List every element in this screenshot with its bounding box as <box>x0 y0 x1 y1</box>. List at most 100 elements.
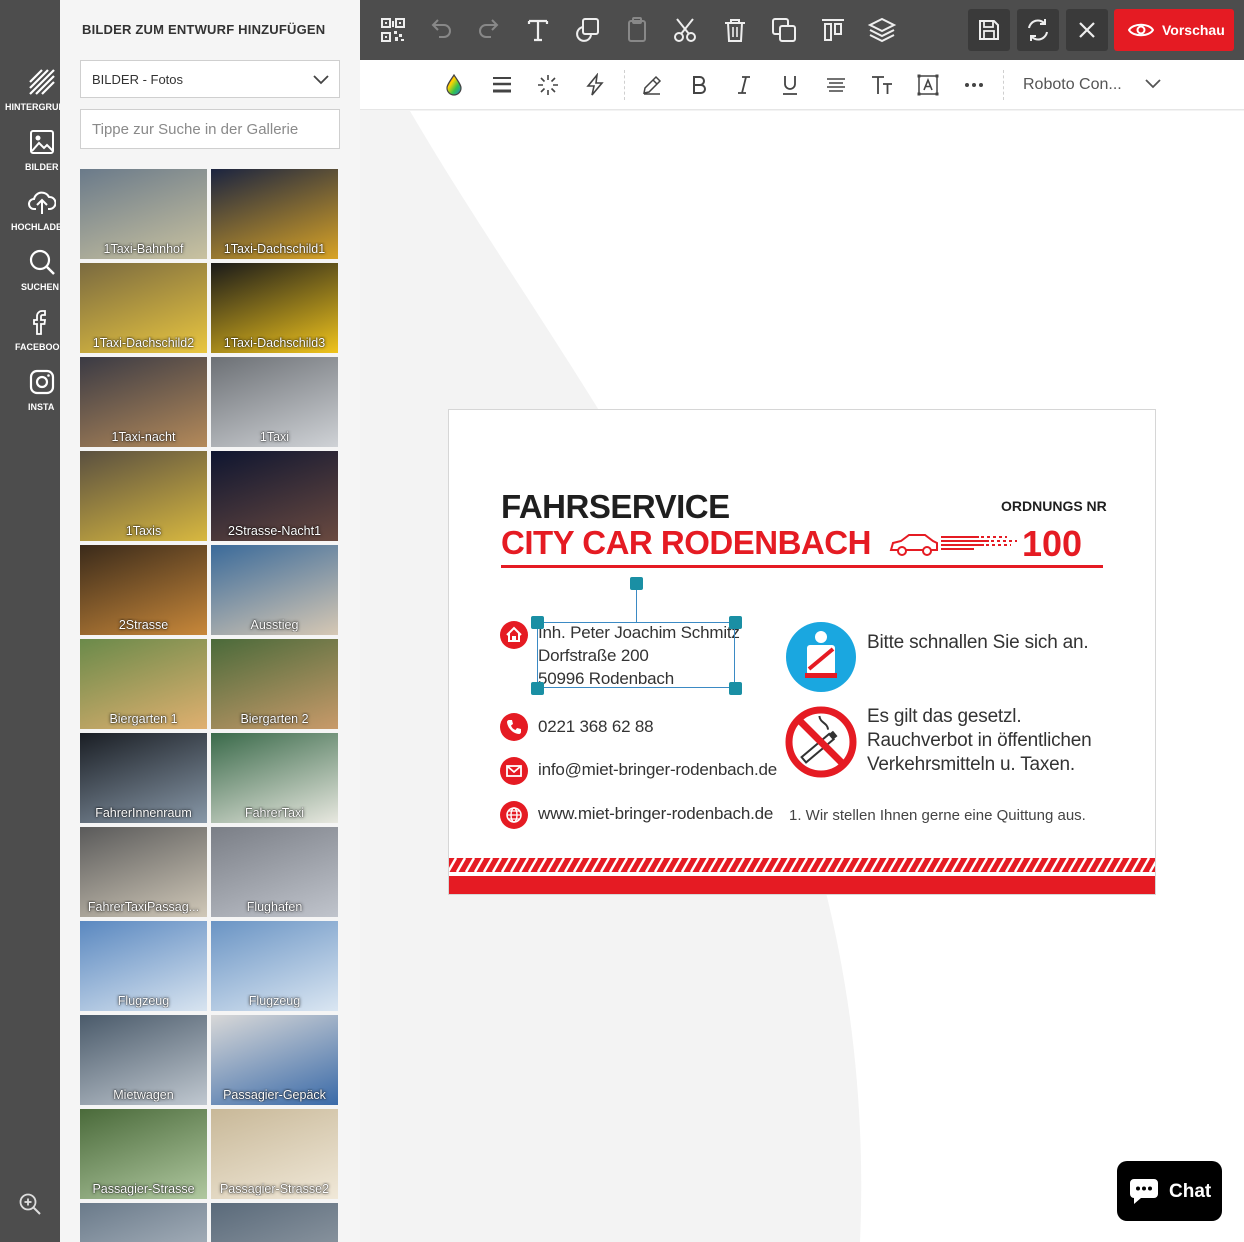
text-size-icon[interactable] <box>870 73 894 97</box>
gallery-thumbnail[interactable]: Passagier-Strasse <box>80 1109 207 1199</box>
rotate-handle[interactable] <box>630 577 643 590</box>
thumbnail-caption: Passagier-Strasse2 <box>219 1182 330 1196</box>
gallery-panel: BILDER ZUM ENTWURF HINZUFÜGEN BILDER - F… <box>60 0 410 1242</box>
gallery-thumbnail[interactable]: Passagier-Gepäck <box>211 1015 338 1105</box>
bold-icon[interactable] <box>687 73 711 97</box>
delete-icon[interactable] <box>720 15 750 45</box>
divider-line <box>501 565 1103 568</box>
email-icon <box>500 757 528 785</box>
smoking-note-line: Verkehrsmitteln u. Taxen. <box>867 754 1075 775</box>
top-toolbar: Vorschau <box>360 0 1244 60</box>
facebook-icon <box>33 310 47 335</box>
card-company-name[interactable]: CITY CAR RODENBACH <box>501 524 871 562</box>
qr-code-icon[interactable] <box>378 15 408 45</box>
globe-icon <box>500 801 528 829</box>
gallery-thumbnail[interactable]: FahrerTaxi <box>211 733 338 823</box>
resize-handle-top-left[interactable] <box>531 616 544 629</box>
thumbnail-caption: 1Taxi-nacht <box>111 430 176 444</box>
resize-handle-bottom-left[interactable] <box>531 682 544 695</box>
gallery-thumbnail[interactable]: 1Taxi-Bahnhof <box>80 169 207 259</box>
underline-icon[interactable] <box>778 73 802 97</box>
thumbnail-caption: FahrerTaxi <box>244 806 305 820</box>
duplicate-icon[interactable] <box>769 15 799 45</box>
color-drop-icon[interactable] <box>442 73 466 97</box>
lightning-icon[interactable] <box>583 73 607 97</box>
gallery-thumbnail[interactable]: 1Taxi-nacht <box>80 357 207 447</box>
gallery-thumbnail[interactable]: Biergarten 2 <box>211 639 338 729</box>
align-top-icon[interactable] <box>818 15 848 45</box>
toolbar-separator <box>624 70 625 100</box>
smoking-note[interactable]: Es gilt das gesetzl. Rauchverbot in öffe… <box>867 705 1092 777</box>
text-box-icon[interactable] <box>916 73 940 97</box>
order-number[interactable]: 100 <box>1022 523 1082 565</box>
receipt-footnote[interactable]: 1. Wir stellen Ihnen gerne eine Quittung… <box>789 807 1086 824</box>
thumbnail-caption: 1Taxi <box>259 430 290 444</box>
paste-icon[interactable] <box>622 15 652 45</box>
close-button[interactable] <box>1066 9 1108 51</box>
font-family-select[interactable]: Roboto Con... <box>1023 76 1122 94</box>
rail-label: HINTERGRUND <box>5 102 60 112</box>
chevron-down-icon <box>313 75 329 85</box>
gallery-thumbnail[interactable]: 1Taxi-Dachschild1 <box>211 169 338 259</box>
order-number-label[interactable]: ORDNUNGS NR <box>1001 498 1107 514</box>
resize-handle-bottom-right[interactable] <box>729 682 742 695</box>
gallery-thumbnail[interactable]: 2Strasse <box>80 545 207 635</box>
italic-icon[interactable] <box>732 73 756 97</box>
smoking-note-line: Es gilt das gesetzl. <box>867 706 1022 727</box>
speeding-car-icon <box>889 534 1017 556</box>
gallery-thumbnail[interactable]: 1Taxis <box>80 451 207 541</box>
phone-number[interactable]: 0221 368 62 88 <box>538 717 654 737</box>
gallery-thumbnail[interactable] <box>211 1203 338 1242</box>
decorative-stripe <box>449 856 1155 894</box>
preview-label: Vorschau <box>1162 22 1225 38</box>
line-weight-icon[interactable] <box>490 73 514 97</box>
gallery-search-input[interactable] <box>80 109 340 149</box>
email-address[interactable]: info@miet-bringer-rodenbach.de <box>538 760 777 780</box>
more-options-icon[interactable] <box>962 73 986 97</box>
refresh-button[interactable] <box>1017 9 1059 51</box>
seatbelt-note[interactable]: Bitte schnallen Sie sich an. <box>867 631 1089 655</box>
gallery-thumbnail[interactable]: 2Strasse-Nacht1 <box>211 451 338 541</box>
layers-icon[interactable] <box>867 15 897 45</box>
rail-label: INSTA <box>28 402 55 412</box>
card-heading[interactable]: FAHRSERVICE <box>501 488 730 526</box>
align-text-icon[interactable] <box>824 73 848 97</box>
smoking-note-line: Rauchverbot in öffentlichen <box>867 730 1092 751</box>
gallery-thumbnail[interactable]: FahrerTaxiPassag... <box>80 827 207 917</box>
gallery-thumbnail[interactable]: Ausstieg <box>211 545 338 635</box>
gallery-thumbnail[interactable]: Mietwagen <box>80 1015 207 1105</box>
gallery-thumbnail[interactable]: 1Taxi-Dachschild2 <box>80 263 207 353</box>
category-select[interactable]: BILDER - Fotos <box>80 60 340 98</box>
upload-icon <box>28 191 56 214</box>
chevron-down-icon[interactable] <box>1144 77 1162 91</box>
preview-button[interactable]: Vorschau <box>1114 9 1234 51</box>
cut-icon[interactable] <box>670 15 700 45</box>
gallery-thumbnail[interactable]: FahrerInnenraum <box>80 733 207 823</box>
shape-icon[interactable] <box>573 15 603 45</box>
save-button[interactable] <box>968 9 1010 51</box>
thumbnail-caption: 2Strasse-Nacht1 <box>227 524 322 538</box>
redo-icon[interactable] <box>474 15 504 45</box>
gallery-thumbnail[interactable]: Passagier-Strasse2 <box>211 1109 338 1199</box>
gallery-thumbnail[interactable]: Biergarten 1 <box>80 639 207 729</box>
gallery-thumbnail[interactable]: 1Taxi-Dachschild3 <box>211 263 338 353</box>
undo-icon[interactable] <box>426 15 456 45</box>
effects-icon[interactable] <box>536 73 560 97</box>
design-canvas[interactable]: FAHRSERVICE CITY CAR RODENBACH ORDNUNGS … <box>360 111 1244 1242</box>
resize-handle-top-right[interactable] <box>729 616 742 629</box>
chat-button[interactable]: Chat <box>1117 1161 1222 1221</box>
business-card[interactable]: FAHRSERVICE CITY CAR RODENBACH ORDNUNGS … <box>448 409 1156 895</box>
gallery-thumbnail[interactable]: Flugzeug <box>211 921 338 1011</box>
chat-label: Chat <box>1169 1181 1212 1202</box>
zoom-in-icon[interactable] <box>18 1192 42 1216</box>
text-icon[interactable] <box>523 15 553 45</box>
instagram-icon <box>29 369 55 395</box>
pen-icon[interactable] <box>640 73 664 97</box>
gallery-thumbnail[interactable]: 1Taxi <box>211 357 338 447</box>
gallery-thumbnail[interactable]: Flugzeug <box>80 921 207 1011</box>
website-url[interactable]: www.miet-bringer-rodenbach.de <box>538 804 773 824</box>
thumbnail-caption: Flugzeug <box>248 994 301 1008</box>
gallery-thumbnail[interactable]: Flughafen <box>211 827 338 917</box>
selection-box <box>537 622 735 688</box>
gallery-thumbnail[interactable] <box>80 1203 207 1242</box>
